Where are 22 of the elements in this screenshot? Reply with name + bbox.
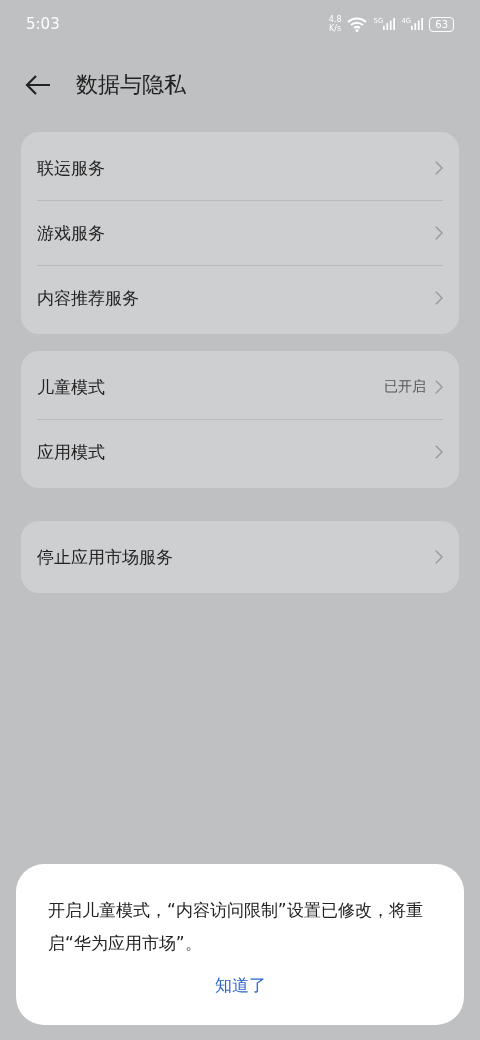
settings-row[interactable]: 内容推荐服务 xyxy=(37,266,443,330)
page-title: 数据与隐私 xyxy=(76,71,186,99)
chevron-icon xyxy=(434,290,443,306)
settings-row[interactable]: 游戏服务 xyxy=(37,201,443,266)
network-speed: 4.8 K/s xyxy=(328,15,342,33)
signal-icon xyxy=(411,17,424,31)
confirm-button[interactable]: 知道了 xyxy=(206,970,274,1001)
status-time: 5:03 xyxy=(26,15,60,33)
wifi-icon xyxy=(347,16,368,32)
settings-row[interactable]: 应用模式 xyxy=(37,420,443,484)
chevron-icon xyxy=(434,444,443,460)
chevron-icon xyxy=(434,549,443,565)
chevron-icon xyxy=(434,160,443,176)
dialog-message: 开启儿童模式，“内容访问限制”设置已修改，将重启“华为应用市场”。 xyxy=(48,899,424,955)
settings-row[interactable]: 联运服务 xyxy=(37,136,443,201)
signal-icon xyxy=(383,17,396,31)
chevron-icon xyxy=(434,225,443,241)
chevron-icon xyxy=(434,379,443,395)
back-arrow-icon[interactable] xyxy=(24,73,52,97)
settings-row[interactable]: 儿童模式 已开启 xyxy=(37,355,443,420)
battery-indicator: 63 xyxy=(429,16,454,32)
settings-row[interactable]: 停止应用市场服务 xyxy=(37,525,443,589)
